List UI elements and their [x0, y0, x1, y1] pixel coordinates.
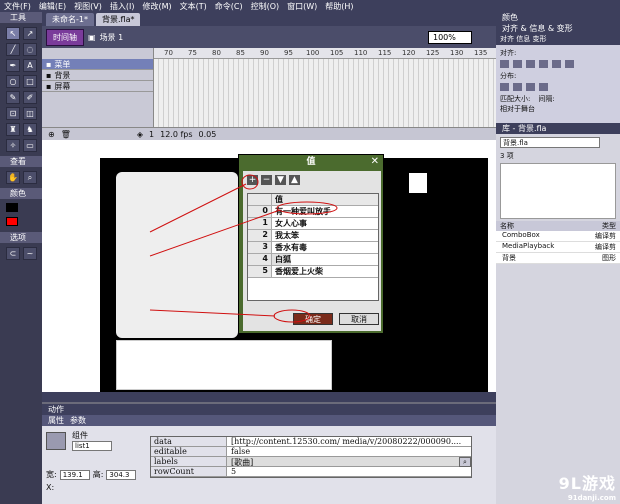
width-field[interactable]: 139.1: [59, 469, 90, 480]
align-label: 对齐:: [500, 49, 517, 57]
param-row[interactable]: data [http://content.12530.com/ media/v/…: [151, 437, 471, 447]
match-size-label: 匹配大小:: [500, 95, 531, 103]
library-select[interactable]: 背景.fla: [500, 137, 600, 148]
tab-actions[interactable]: 动作: [48, 404, 64, 415]
param-row[interactable]: editable false: [151, 447, 471, 457]
annotation-line: [149, 183, 247, 233]
width-label: 宽:: [46, 470, 57, 479]
parameter-table: data [http://content.12530.com/ media/v/…: [150, 436, 472, 478]
col-type[interactable]: 类型: [602, 221, 616, 231]
align-panel: 对齐: 分布: 匹配大小: 间隔: 相对于舞台: [496, 45, 620, 123]
watermark-url: 91danji.com: [567, 494, 616, 502]
library-item-name: 背景: [502, 254, 516, 262]
instance-name-field[interactable]: list1: [72, 441, 112, 451]
height-field[interactable]: 304.3: [106, 469, 137, 480]
param-value[interactable]: 5: [227, 467, 471, 476]
align-bottom-icon[interactable]: [565, 60, 574, 68]
param-key: editable: [151, 447, 227, 456]
library-item-type: 图形: [602, 254, 616, 262]
component-icon: [46, 431, 66, 450]
align-panel-header[interactable]: 对齐 & 信息 & 变形: [496, 23, 620, 34]
magnifier-icon[interactable]: ⌕: [459, 457, 471, 467]
align-top-icon[interactable]: [539, 60, 548, 68]
library-item[interactable]: ComboBox 编译剪: [496, 231, 620, 242]
watermark-logo: 9L游戏: [558, 474, 616, 493]
height-label: 高:: [92, 470, 104, 479]
x-label: X:: [46, 483, 55, 492]
right-panels: 颜色 对齐 & 信息 & 变形 对齐 信息 变形 对齐: 分布: 匹配大小: 间…: [496, 12, 620, 504]
param-key: data: [151, 437, 227, 446]
relative-to-stage-label[interactable]: 相对于舞台: [500, 104, 616, 114]
library-count: 3 项: [500, 152, 514, 160]
col-name[interactable]: 名称: [500, 221, 514, 231]
annotation-line: [149, 309, 276, 317]
param-value[interactable]: [歌曲]: [227, 457, 471, 466]
tab-properties[interactable]: 属性: [48, 415, 64, 426]
annotation-circle: [276, 201, 338, 215]
param-value[interactable]: [http://content.12530.com/ media/v/20080…: [227, 437, 471, 446]
library-item-type: 编译剪: [595, 232, 616, 240]
watermark: 9L游戏 91danji.com: [559, 470, 616, 502]
tab-parameters[interactable]: 参数: [70, 415, 86, 426]
property-panel: 动作 属性 参数 组件 list1 宽: 139.1 高: 304.3 X: d…: [42, 404, 496, 504]
library-columns: 名称 类型: [496, 221, 620, 231]
distribute-icon[interactable]: [539, 83, 548, 91]
param-row[interactable]: rowCount 5: [151, 467, 471, 477]
param-key: rowCount: [151, 467, 227, 476]
instance-info: 组件 list1 宽: 139.1 高: 304.3 X:: [46, 430, 146, 492]
param-row[interactable]: labels [歌曲] ⌕: [151, 457, 471, 467]
align-left-icon[interactable]: [500, 60, 509, 68]
distribute-label: 分布:: [500, 72, 517, 80]
annotation-line: [149, 209, 281, 257]
library-item[interactable]: 背景 图形: [496, 253, 620, 264]
library-preview: [500, 163, 616, 219]
color-panel-header[interactable]: 颜色: [496, 12, 620, 23]
align-center-icon[interactable]: [513, 60, 522, 68]
align-right-icon[interactable]: [526, 60, 535, 68]
annotation-circle: [241, 174, 259, 190]
library-item-name: ComboBox: [502, 231, 540, 239]
library-item-name: MediaPlayback: [502, 242, 555, 250]
annotation-circle: [273, 309, 311, 323]
spacing-label: 间隔:: [538, 95, 555, 103]
actions-tab-bar: 动作: [42, 404, 496, 415]
distribute-icon[interactable]: [526, 83, 535, 91]
distribute-icon[interactable]: [513, 83, 522, 91]
library-item[interactable]: MediaPlayback 编译剪: [496, 242, 620, 253]
align-buttons: [500, 60, 616, 68]
align-middle-icon[interactable]: [552, 60, 561, 68]
param-value[interactable]: false: [227, 447, 471, 456]
property-tabs: 属性 参数: [42, 415, 496, 426]
param-key: labels: [151, 457, 227, 466]
library-item-type: 编译剪: [595, 243, 616, 251]
distribute-buttons: [500, 83, 616, 91]
align-tabs[interactable]: 对齐 信息 变形: [496, 34, 620, 45]
library-header[interactable]: 库 - 背景.fla: [496, 123, 620, 134]
component-label: 组件: [72, 431, 88, 440]
distribute-icon[interactable]: [500, 83, 509, 91]
